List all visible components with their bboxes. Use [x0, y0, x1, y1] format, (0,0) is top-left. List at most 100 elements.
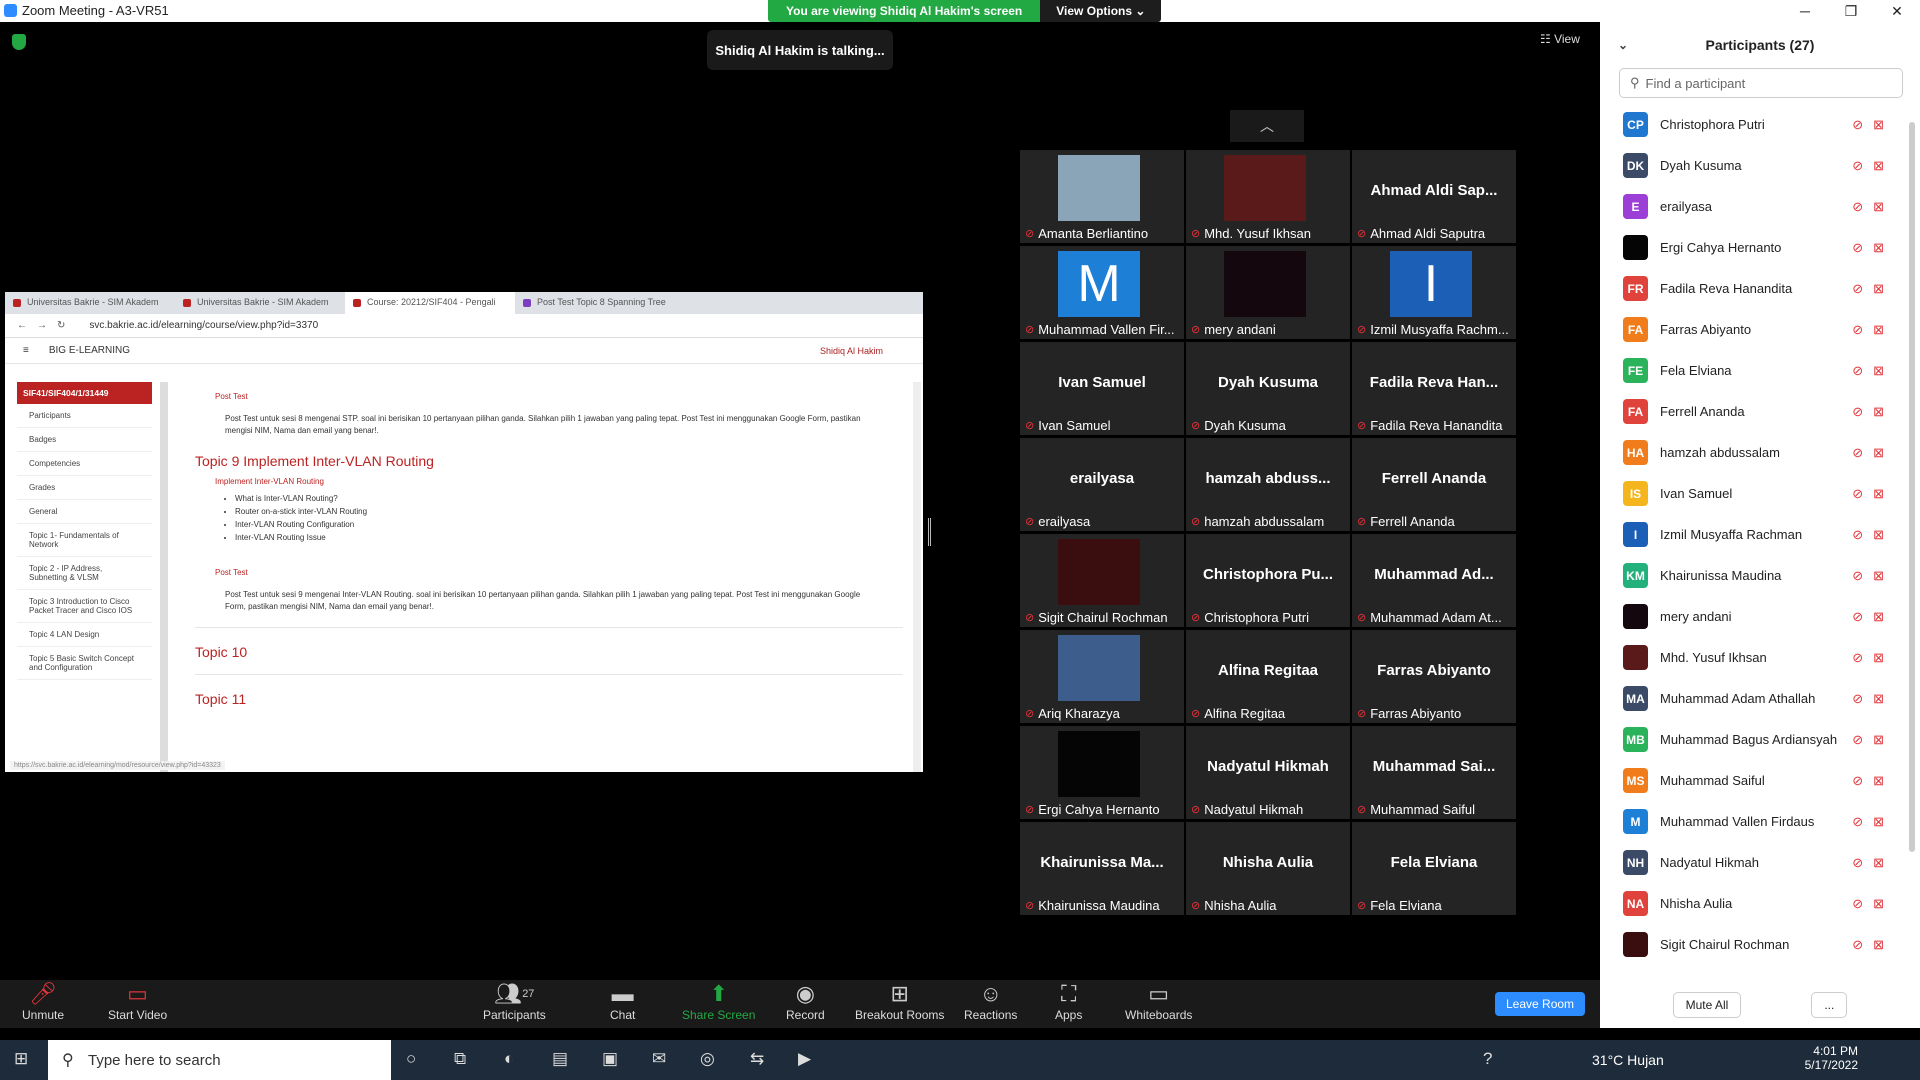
- participant-row[interactable]: Mhd. Yusuf Ikhsan ⊘ ⊠: [1600, 637, 1920, 678]
- view-layout-button[interactable]: ☷ View: [1540, 32, 1580, 46]
- participant-row[interactable]: HA hamzah abdussalam ⊘ ⊠: [1600, 432, 1920, 473]
- sidebar-item[interactable]: Competencies: [17, 452, 152, 476]
- share-screen-button[interactable]: ⬆ Share Screen: [682, 980, 755, 1022]
- participant-row[interactable]: MA Muhammad Adam Athallah ⊘ ⊠: [1600, 678, 1920, 719]
- file-explorer-icon[interactable]: ▤: [552, 1049, 568, 1069]
- video-tile[interactable]: ⊘ Amanta Berliantino: [1020, 150, 1184, 243]
- gallery-up-button[interactable]: ︿: [1230, 110, 1304, 142]
- start-video-button[interactable]: ▭ Start Video: [108, 980, 167, 1022]
- encryption-shield-icon[interactable]: [12, 34, 26, 50]
- video-tile[interactable]: I ⊘ Izmil Musyaffa Rachm...: [1352, 246, 1516, 339]
- participant-row[interactable]: I Izmil Musyaffa Rachman ⊘ ⊠: [1600, 514, 1920, 555]
- task-view-icon[interactable]: ⧉: [454, 1049, 466, 1069]
- participant-row[interactable]: DK Dyah Kusuma ⊘ ⊠: [1600, 145, 1920, 186]
- participant-row[interactable]: Sigit Chairul Rochman ⊘ ⊠: [1600, 924, 1920, 965]
- close-button[interactable]: ✕: [1874, 0, 1920, 22]
- video-tile[interactable]: Ferrell Ananda ⊘ Ferrell Ananda: [1352, 438, 1516, 531]
- windows-start-icon[interactable]: ⊞: [14, 1049, 28, 1069]
- cortana-icon[interactable]: ○: [406, 1049, 416, 1069]
- browser-tab[interactable]: Post Test Topic 8 Spanning Tree: [515, 292, 685, 314]
- breakout-rooms-button[interactable]: ⊞ Breakout Rooms: [855, 980, 944, 1022]
- unmute-button[interactable]: 🎤︎ Unmute: [22, 980, 64, 1022]
- sidebar-item[interactable]: Badges: [17, 428, 152, 452]
- edge-icon[interactable]: ◐: [504, 1049, 514, 1069]
- video-tile[interactable]: Muhammad Ad... ⊘ Muhammad Adam At...: [1352, 534, 1516, 627]
- weather-text[interactable]: 31°C Hujan: [1592, 1052, 1664, 1068]
- mail-icon[interactable]: ✉: [652, 1049, 666, 1069]
- leave-room-button[interactable]: Leave Room: [1495, 992, 1586, 1016]
- sidebar-item[interactable]: Topic 3 Introduction to Cisco Packet Tra…: [17, 590, 152, 623]
- video-tile[interactable]: ⊘ Ergi Cahya Hernanto: [1020, 726, 1184, 819]
- participant-row[interactable]: KM Khairunissa Maudina ⊘ ⊠: [1600, 555, 1920, 596]
- video-tile[interactable]: ⊘ Ariq Kharazya: [1020, 630, 1184, 723]
- sidebar-item[interactable]: Topic 1- Fundamentals of Network: [17, 524, 152, 557]
- sidebar-item[interactable]: General: [17, 500, 152, 524]
- participant-row[interactable]: FE Fela Elviana ⊘ ⊠: [1600, 350, 1920, 391]
- browser-tab-active[interactable]: Course: 20212/SIF404 - Pengali: [345, 292, 515, 314]
- participant-row[interactable]: FR Fadila Reva Hanandita ⊘ ⊠: [1600, 268, 1920, 309]
- help-icon[interactable]: ?: [1483, 1049, 1492, 1069]
- video-tile[interactable]: Nadyatul Hikmah ⊘ Nadyatul Hikmah: [1186, 726, 1350, 819]
- mute-all-button[interactable]: Mute All: [1672, 992, 1742, 1018]
- video-tile[interactable]: Nhisha Aulia ⊘ Nhisha Aulia: [1186, 822, 1350, 915]
- participant-row[interactable]: mery andani ⊘ ⊠: [1600, 596, 1920, 637]
- post-test-link[interactable]: Post Test: [215, 568, 903, 577]
- video-tile[interactable]: Ivan Samuel ⊘ Ivan Samuel: [1020, 342, 1184, 435]
- back-icon[interactable]: ←: [17, 320, 27, 331]
- participant-scrollbar[interactable]: [1909, 122, 1915, 852]
- reload-icon[interactable]: ↻: [57, 320, 65, 331]
- course-code[interactable]: SIF41/SIF404/1/31449: [17, 382, 152, 404]
- participant-row[interactable]: FA Farras Abiyanto ⊘ ⊠: [1600, 309, 1920, 350]
- sidebar-scrollbar[interactable]: [160, 382, 168, 772]
- video-tile[interactable]: Dyah Kusuma ⊘ Dyah Kusuma: [1186, 342, 1350, 435]
- video-tile[interactable]: Fela Elviana ⊘ Fela Elviana: [1352, 822, 1516, 915]
- participant-row[interactable]: CP Christophora Putri ⊘ ⊠: [1600, 104, 1920, 145]
- browser-tab[interactable]: Universitas Bakrie - SIM Akadem: [5, 292, 175, 314]
- video-tile[interactable]: Muhammad Sai... ⊘ Muhammad Saiful: [1352, 726, 1516, 819]
- topic-link[interactable]: Implement Inter-VLAN Routing: [215, 477, 903, 486]
- participant-row[interactable]: MS Muhammad Saiful ⊘ ⊠: [1600, 760, 1920, 801]
- whiteboards-button[interactable]: ▭ Whiteboards: [1125, 980, 1192, 1022]
- maximize-button[interactable]: ❐: [1828, 0, 1874, 22]
- video-tile[interactable]: ⊘ mery andani: [1186, 246, 1350, 339]
- url-text[interactable]: svc.bakrie.ac.id/elearning/course/view.p…: [89, 320, 318, 331]
- video-tile[interactable]: hamzah abduss... ⊘ hamzah abdussalam: [1186, 438, 1350, 531]
- record-button[interactable]: ◉ Record: [786, 980, 825, 1022]
- split-divider-handle[interactable]: [928, 518, 931, 546]
- taskbar-search-input[interactable]: ⚲ Type here to search: [48, 1040, 391, 1080]
- forward-icon[interactable]: →: [37, 320, 47, 331]
- video-tile[interactable]: Khairunissa Ma... ⊘ Khairunissa Maudina: [1020, 822, 1184, 915]
- sidebar-item[interactable]: Grades: [17, 476, 152, 500]
- video-tile[interactable]: ⊘ Mhd. Yusuf Ikhsan: [1186, 150, 1350, 243]
- video-tile[interactable]: Christophora Pu... ⊘ Christophora Putri: [1186, 534, 1350, 627]
- apps-button[interactable]: ⛶ Apps: [1055, 980, 1082, 1022]
- store-icon[interactable]: ▣: [602, 1049, 618, 1069]
- participant-row[interactable]: Ergi Cahya Hernanto ⊘ ⊠: [1600, 227, 1920, 268]
- sidebar-item[interactable]: Topic 4 LAN Design: [17, 623, 152, 647]
- lms-user[interactable]: Shidiq Al Hakim: [820, 346, 883, 356]
- view-options-button[interactable]: View Options ⌄: [1040, 0, 1162, 22]
- chat-button[interactable]: ▬ Chat: [610, 980, 635, 1022]
- reactions-button[interactable]: ☺ Reactions: [964, 980, 1017, 1022]
- participant-row[interactable]: IS Ivan Samuel ⊘ ⊠: [1600, 473, 1920, 514]
- post-test-link[interactable]: Post Test: [215, 392, 903, 401]
- video-tile[interactable]: Fadila Reva Han... ⊘ Fadila Reva Hanandita: [1352, 342, 1516, 435]
- sidebar-item[interactable]: Topic 2 - IP Address, Subnetting & VLSM: [17, 557, 152, 590]
- video-tile[interactable]: ⊘ Sigit Chairul Rochman: [1020, 534, 1184, 627]
- video-tile[interactable]: Ahmad Aldi Sap... ⊘ Ahmad Aldi Saputra: [1352, 150, 1516, 243]
- teamviewer-icon[interactable]: ⇆: [750, 1049, 764, 1069]
- participant-search-input[interactable]: ⚲ Find a participant: [1619, 68, 1903, 98]
- video-tile[interactable]: Farras Abiyanto ⊘ Farras Abiyanto: [1352, 630, 1516, 723]
- video-tile[interactable]: M ⊘ Muhammad Vallen Fir...: [1020, 246, 1184, 339]
- chrome-icon[interactable]: ◎: [700, 1049, 715, 1069]
- minimize-button[interactable]: ─: [1782, 0, 1828, 22]
- participant-row[interactable]: M Muhammad Vallen Firdaus ⊘ ⊠: [1600, 801, 1920, 842]
- chevron-down-icon[interactable]: ⌄: [1618, 38, 1628, 52]
- zoom-taskbar-icon[interactable]: ▶: [798, 1049, 811, 1069]
- browser-tab[interactable]: Universitas Bakrie - SIM Akadem: [175, 292, 345, 314]
- clock[interactable]: 4:01 PM 5/17/2022: [1805, 1044, 1858, 1072]
- participant-row[interactable]: NH Nadyatul Hikmah ⊘ ⊠: [1600, 842, 1920, 883]
- more-button[interactable]: ...: [1811, 992, 1848, 1018]
- sidebar-item[interactable]: Topic 5 Basic Switch Concept and Configu…: [17, 647, 152, 680]
- content-scrollbar[interactable]: [913, 382, 921, 772]
